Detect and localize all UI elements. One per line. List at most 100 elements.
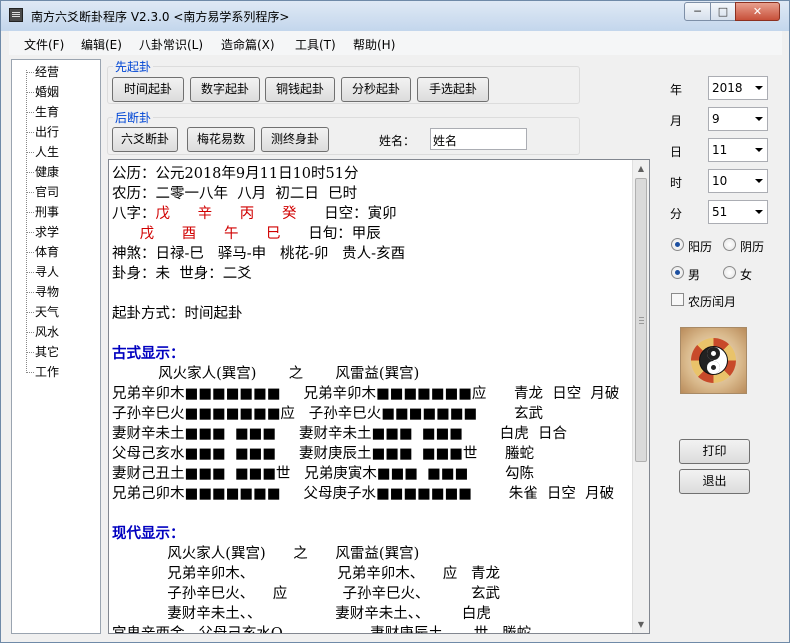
taiji-logo: [680, 327, 747, 394]
liuyao-button[interactable]: 六爻断卦: [112, 127, 178, 152]
result-segment: 神煞：日禄-巳 驿马-申 桃花-卯 贵人-亥酉: [112, 246, 406, 262]
minute-select[interactable]: 51: [708, 200, 768, 224]
result-segment: 风火家人(巽宫) 之 风雷益(巽宫): [112, 366, 420, 382]
tree-item-work[interactable]: 工作: [26, 363, 59, 381]
menu-bar: 文件(F) 编辑(E) 八卦常识(L) 造命篇(X) 工具(T) 帮助(H): [9, 31, 782, 55]
window-title: 南方六爻断卦程序 V2.3.0 <南方易学系列程序>: [31, 10, 290, 24]
second-divination-button[interactable]: 分秒起卦: [341, 77, 411, 102]
tree-item-travel[interactable]: 出行: [26, 123, 59, 141]
result-line: 妻财辛未土、、 妻财辛未土、、 白虎: [112, 604, 632, 624]
result-segment: 八字：: [112, 206, 156, 222]
result-line: 兄弟辛卯木■■■■■■■ 兄弟辛卯木■■■■■■■应 青龙 日空 月破: [112, 384, 632, 404]
result-line: 妻财辛未土■■■ ■■■ 妻财辛未土■■■ ■■■ 白虎 日合: [112, 424, 632, 444]
app-icon: [9, 8, 23, 22]
tree-item-weather[interactable]: 天气: [26, 303, 59, 321]
result-segment: 宫鬼辛酉金 父母己亥水O 妻财庚辰土、、 世 螣蛇: [112, 626, 532, 634]
tree-item-find-object[interactable]: 寻物: [26, 283, 59, 301]
result-segment: 子孙辛巳火■■■■■■■应 子孙辛巳火■■■■■■■ 玄武: [112, 406, 543, 422]
bagua-ring: [691, 338, 736, 383]
tree-item-health[interactable]: 健康: [26, 163, 59, 181]
tree-item-other[interactable]: 其它: [26, 343, 59, 361]
result-line: [112, 284, 632, 304]
menu-help[interactable]: 帮助(H): [353, 36, 395, 53]
leap-month-checkbox[interactable]: [671, 293, 684, 306]
year-select[interactable]: 2018: [708, 76, 768, 100]
coin-divination-button[interactable]: 铜钱起卦: [265, 77, 335, 102]
scroll-thumb[interactable]: [635, 178, 647, 462]
result-segment: 日旬：甲辰: [280, 226, 381, 242]
solar-radio[interactable]: [671, 238, 684, 251]
result-segment: 卦身：未 世身：二爻: [112, 266, 252, 282]
result-segment: 兄弟己卯木■■■■■■■ 父母庚子水■■■■■■■ 朱雀 日空 月破: [112, 486, 615, 502]
lunar-radio[interactable]: [723, 238, 736, 251]
result-segment: 日空：寅卯: [296, 206, 397, 222]
result-line: 宫鬼辛酉金 父母己亥水O 妻财庚辰土、、 世 螣蛇: [112, 624, 632, 634]
result-segment: 父母己亥水■■■ ■■■ 妻财庚辰土■■■ ■■■世 螣蛇: [112, 446, 535, 462]
close-button[interactable]: ✕: [735, 2, 780, 21]
exit-button[interactable]: 退出: [679, 469, 750, 494]
result-segment: 兄弟辛卯木、 兄弟辛卯木、 应 青龙: [112, 566, 501, 582]
female-radio[interactable]: [723, 266, 736, 279]
menu-bagua-basics[interactable]: 八卦常识(L): [139, 36, 203, 53]
taiji-icon: [699, 346, 728, 375]
result-text: 公历：公元2018年9月11日10时51分农历：二零一八年 八月 初二日 巳时八…: [112, 164, 632, 634]
minimize-button[interactable]: ─: [684, 2, 711, 21]
result-textarea[interactable]: 公历：公元2018年9月11日10时51分农历：二零一八年 八月 初二日 巳时八…: [108, 159, 650, 634]
result-line: 戌 酉 午 巳 日旬：甲辰: [112, 224, 632, 244]
tree-item-study[interactable]: 求学: [26, 223, 59, 241]
tree-item-sports[interactable]: 体育: [26, 243, 59, 261]
lifetime-button[interactable]: 测终身卦: [261, 127, 329, 152]
result-segment: 古式显示：: [112, 345, 185, 362]
tree-item-lawsuit[interactable]: 官司: [26, 183, 59, 201]
tree-item-criminal[interactable]: 刑事: [26, 203, 59, 221]
qigua-group-title: 先起卦: [113, 58, 154, 75]
month-select[interactable]: 9: [708, 107, 768, 131]
result-line: 子孙辛巳火、 应 子孙辛巳火、 玄武: [112, 584, 632, 604]
name-field[interactable]: 姓名: [430, 128, 527, 150]
lunar-label: 阴历: [740, 240, 765, 254]
name-label: 姓名：: [379, 134, 416, 148]
tree-item-life[interactable]: 人生: [26, 143, 59, 161]
chevron-down-icon: [755, 86, 763, 90]
menu-destiny[interactable]: 造命篇(X): [221, 36, 275, 53]
male-radio[interactable]: [671, 266, 684, 279]
tree-item-find-person[interactable]: 寻人: [26, 263, 59, 281]
menu-file[interactable]: 文件(F): [24, 36, 64, 53]
number-divination-button[interactable]: 数字起卦: [190, 77, 260, 102]
hour-label: 时: [670, 176, 683, 190]
result-line: 风火家人(巽宫) 之 风雷益(巽宫): [112, 544, 632, 564]
category-tree: 经营 婚姻 生育 出行 人生 健康 官司 刑事 求学 体育 寻人 寻物 天气 风…: [11, 59, 101, 634]
maximize-button[interactable]: □: [710, 2, 736, 21]
manual-divination-button[interactable]: 手选起卦: [417, 77, 489, 102]
tree-item-childbirth[interactable]: 生育: [26, 103, 59, 121]
result-line: 公历：公元2018年9月11日10时51分: [112, 164, 632, 184]
scroll-down-icon[interactable]: ▼: [633, 616, 649, 633]
tree-item-fengshui[interactable]: 风水: [26, 323, 59, 341]
time-divination-button[interactable]: 时间起卦: [112, 77, 184, 102]
result-segment: 戌 酉 午 巳: [139, 226, 281, 242]
scroll-up-icon[interactable]: ▲: [633, 160, 649, 177]
result-segment: 妻财辛未土、、 妻财辛未土、、 白虎: [112, 606, 491, 622]
result-line: 卦身：未 世身：二爻: [112, 264, 632, 284]
result-scrollbar[interactable]: ▲ ▼: [632, 160, 649, 633]
day-select[interactable]: 11: [708, 138, 768, 162]
result-segment: 公历：公元2018年9月11日10时51分: [112, 166, 359, 182]
tree-item-business[interactable]: 经营: [26, 63, 59, 81]
result-line: [112, 504, 632, 524]
chevron-down-icon: [755, 148, 763, 152]
result-line: 古式显示：: [112, 344, 632, 364]
result-line: 现代显示：: [112, 524, 632, 544]
print-button[interactable]: 打印: [679, 439, 750, 464]
meihua-button[interactable]: 梅花易数: [187, 127, 255, 152]
menu-edit[interactable]: 编辑(E): [81, 36, 122, 53]
year-label: 年: [670, 83, 683, 97]
result-segment: 子孙辛巳火、 应 子孙辛巳火、 玄武: [112, 586, 501, 602]
hour-select[interactable]: 10: [708, 169, 768, 193]
month-label: 月: [670, 114, 683, 128]
menu-tools[interactable]: 工具(T): [295, 36, 336, 53]
tree-item-marriage[interactable]: 婚姻: [26, 83, 59, 101]
result-segment: 妻财己丑土■■■ ■■■世 兄弟庚寅木■■■ ■■■ 勾陈: [112, 466, 535, 482]
day-label: 日: [670, 145, 683, 159]
result-line: 农历：二零一八年 八月 初二日 巳时: [112, 184, 632, 204]
title-bar[interactable]: 南方六爻断卦程序 V2.3.0 <南方易学系列程序> ─ □ ✕: [1, 1, 789, 31]
